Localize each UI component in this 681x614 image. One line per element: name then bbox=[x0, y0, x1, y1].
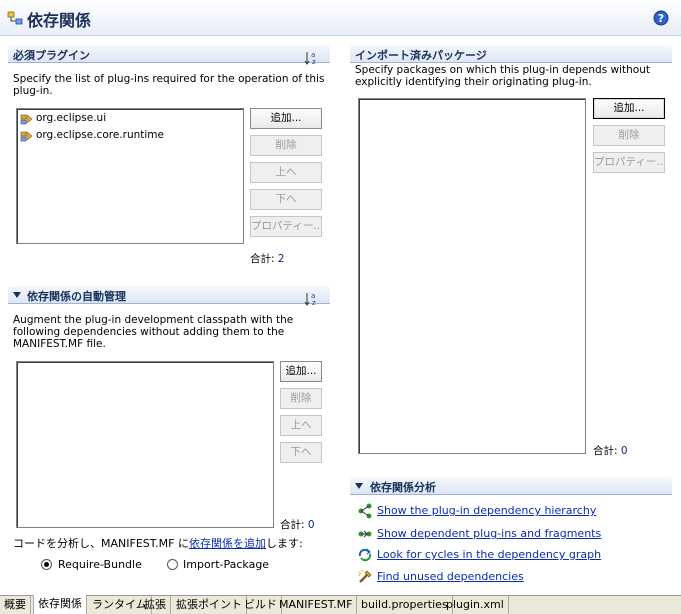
import-package-radio[interactable] bbox=[167, 559, 178, 570]
auto-move-down-button[interactable]: 下へ bbox=[280, 442, 322, 463]
required-plugins-header: 必須プラグイン a z bbox=[8, 45, 330, 66]
plugin-name: org.eclipse.core.runtime bbox=[36, 129, 164, 141]
add-plugin-button[interactable]: 追加... bbox=[250, 108, 322, 129]
analyze-prefix: コードを分析し、MANIFEST.MF に bbox=[13, 537, 189, 550]
total-label: 合計: bbox=[280, 519, 305, 531]
total-label: 合計: bbox=[250, 253, 275, 265]
auto-management-header[interactable]: 依存関係の自動管理 a z bbox=[8, 286, 330, 307]
svg-text:?: ? bbox=[658, 12, 664, 25]
move-down-button[interactable]: 下へ bbox=[250, 189, 322, 210]
move-up-button[interactable]: 上へ bbox=[250, 162, 322, 183]
tab-dependencies[interactable]: 依存関係 bbox=[33, 595, 87, 614]
show-dependency-hierarchy-link[interactable]: Show the plug-in dependency hierarchy bbox=[377, 504, 596, 517]
editor-header: 依存関係 ? bbox=[0, 0, 681, 36]
imported-packages-list[interactable] bbox=[358, 98, 586, 454]
tab-extension-points[interactable]: 拡張ポイント bbox=[172, 596, 247, 614]
required-plugins-total: 合計: 2 bbox=[250, 251, 285, 266]
collapse-triangle-icon[interactable] bbox=[13, 292, 22, 299]
sort-icon[interactable]: a z bbox=[304, 50, 320, 66]
total-value: 0 bbox=[307, 519, 315, 531]
imported-packages-total: 合計: 0 bbox=[593, 443, 628, 458]
total-value: 0 bbox=[620, 445, 628, 457]
tab-plugin-xml[interactable]: plugin.xml bbox=[442, 596, 509, 614]
add-auto-dependency-button[interactable]: 追加... bbox=[280, 361, 322, 382]
svg-text:z: z bbox=[312, 299, 316, 307]
total-value: 2 bbox=[277, 253, 285, 265]
tab-extensions[interactable]: 拡張 bbox=[140, 596, 171, 614]
dependents-icon bbox=[358, 530, 372, 538]
unused-dependencies-icon bbox=[358, 570, 372, 583]
remove-package-button[interactable]: 削除 bbox=[593, 125, 665, 146]
required-plugins-list[interactable]: org.eclipse.ui org.eclipse.core.runtime bbox=[16, 108, 244, 244]
auto-management-title: 依存関係の自動管理 bbox=[27, 290, 126, 303]
add-package-button[interactable]: 追加... bbox=[593, 98, 665, 119]
plugin-properties-button[interactable]: プロパティー... bbox=[250, 216, 322, 237]
tab-overview[interactable]: 概要 bbox=[0, 596, 31, 614]
imported-packages-title: インポート済みパッケージ bbox=[355, 49, 487, 62]
look-for-cycles-link[interactable]: Look for cycles in the dependency graph bbox=[377, 548, 601, 561]
require-bundle-radio[interactable] bbox=[41, 559, 52, 570]
find-unused-dependencies-link[interactable]: Find unused dependencies bbox=[377, 570, 524, 583]
dependency-analysis-title: 依存関係分析 bbox=[370, 481, 436, 494]
tab-build-properties[interactable]: build.properties bbox=[357, 596, 453, 614]
remove-plugin-button[interactable]: 削除 bbox=[250, 135, 322, 156]
dependency-analysis-header[interactable]: 依存関係分析 bbox=[350, 477, 672, 495]
plugin-name: org.eclipse.ui bbox=[36, 112, 107, 124]
analyze-code-line: コードを分析し、MANIFEST.MF に依存関係を追加します: bbox=[13, 535, 303, 551]
collapse-triangle-icon[interactable] bbox=[355, 483, 364, 490]
package-properties-button[interactable]: プロパティー... bbox=[593, 152, 665, 173]
page-title: 依存関係 bbox=[27, 11, 92, 30]
import-package-label: Import-Package bbox=[183, 558, 270, 571]
required-plugins-title: 必須プラグイン bbox=[13, 49, 90, 62]
required-plugins-description: Specify the list of plug-ins required fo… bbox=[13, 73, 325, 97]
tab-manifest[interactable]: MANIFEST.MF bbox=[275, 596, 358, 614]
auto-management-description: Augment the plug-in development classpat… bbox=[13, 314, 294, 350]
auto-move-up-button[interactable]: 上へ bbox=[280, 415, 322, 436]
show-dependent-plugins-link[interactable]: Show dependent plug-ins and fragments bbox=[377, 527, 601, 540]
svg-text:z: z bbox=[312, 58, 316, 66]
help-icon[interactable]: ? bbox=[653, 10, 669, 26]
imported-packages-header: インポート済みパッケージ bbox=[350, 45, 672, 63]
add-dependencies-link[interactable]: 依存関係を追加 bbox=[189, 537, 266, 550]
plugin-icon bbox=[20, 114, 33, 125]
editor-tab-bar: 概要 依存関係 ランタイム 拡張 拡張ポイント ビルド MANIFEST.MF … bbox=[0, 595, 681, 614]
auto-dependencies-total: 合計: 0 bbox=[280, 517, 315, 532]
hierarchy-icon bbox=[358, 503, 372, 519]
sort-icon[interactable]: a z bbox=[304, 291, 320, 307]
require-bundle-label: Require-Bundle bbox=[58, 558, 142, 571]
imported-packages-description: Specify packages on which this plug-in d… bbox=[355, 64, 650, 88]
plugin-icon bbox=[20, 131, 33, 142]
cycle-icon bbox=[358, 548, 372, 562]
dependencies-icon bbox=[7, 11, 23, 25]
remove-auto-dependency-button[interactable]: 削除 bbox=[280, 388, 322, 409]
auto-dependencies-list[interactable] bbox=[16, 361, 274, 528]
analyze-suffix: します: bbox=[265, 537, 303, 550]
total-label: 合計: bbox=[593, 445, 618, 457]
